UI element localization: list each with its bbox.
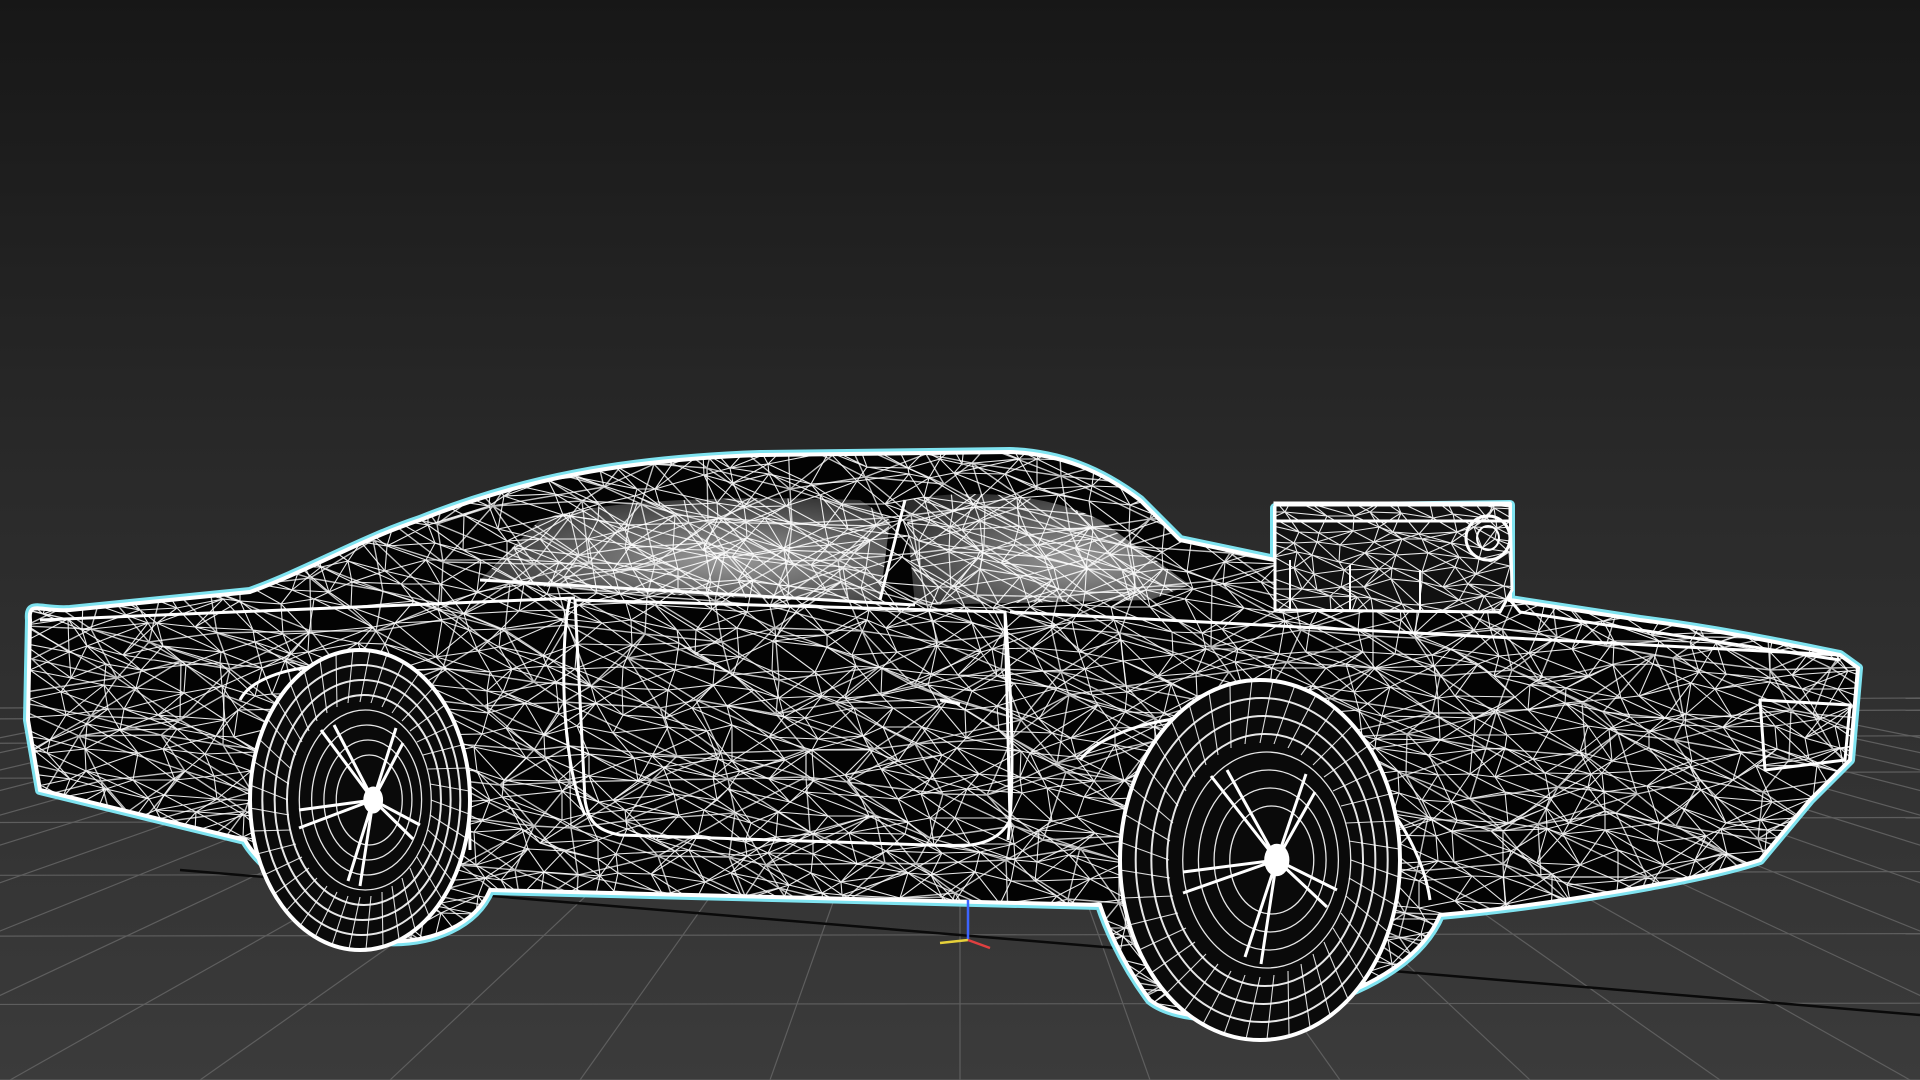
3d-viewport[interactable] (0, 0, 1920, 1080)
x-axis (967, 938, 991, 950)
axis-gizmo-icon[interactable] (939, 900, 991, 950)
wheel (248, 648, 472, 952)
viewport-scene[interactable] (0, 0, 1920, 1080)
y-axis (939, 938, 969, 945)
wheel (1118, 678, 1402, 1042)
